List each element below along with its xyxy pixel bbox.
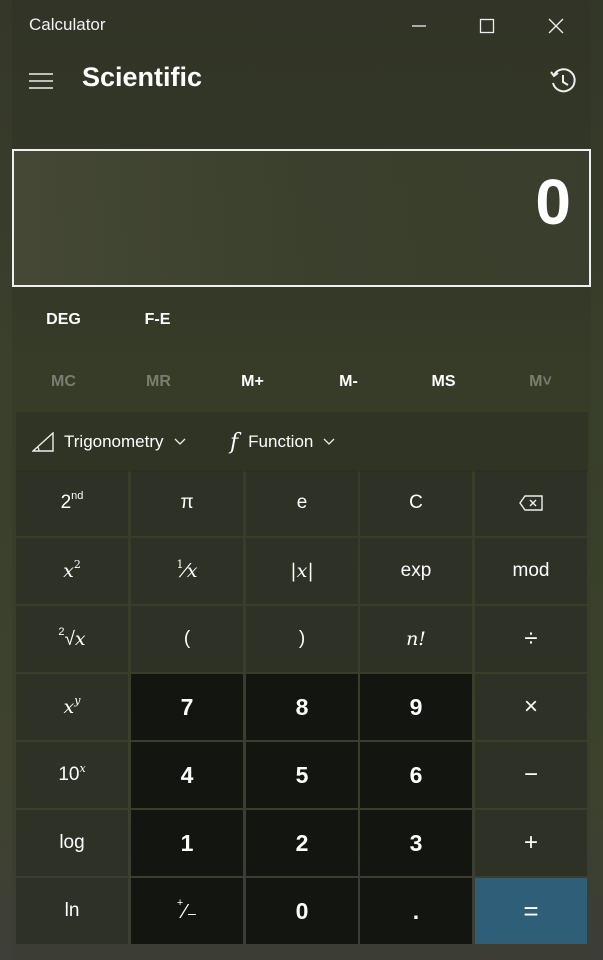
digit-5-button[interactable]: 5 bbox=[246, 742, 358, 808]
hamburger-icon[interactable] bbox=[28, 68, 54, 94]
digit-2-button[interactable]: 2 bbox=[246, 810, 358, 876]
digit-4-button[interactable]: 4 bbox=[131, 742, 243, 808]
mode-row: DEG F-E bbox=[16, 300, 316, 340]
app-header: Scientific bbox=[0, 52, 603, 112]
ten-power-button[interactable]: 10x bbox=[16, 742, 128, 808]
ten-power-label: 10x bbox=[58, 762, 86, 785]
divide-button[interactable]: ÷ bbox=[475, 606, 587, 672]
digit-1-button[interactable]: 1 bbox=[131, 810, 243, 876]
display-value: 0 bbox=[535, 166, 571, 238]
maximize-icon bbox=[479, 18, 495, 34]
square-label: x2 bbox=[63, 558, 81, 582]
memory-subtract-button[interactable]: M- bbox=[301, 362, 396, 402]
negate-label: +⁄₋ bbox=[176, 896, 198, 923]
function-bar: Trigonometry f Function bbox=[16, 412, 588, 472]
close-icon bbox=[548, 18, 564, 34]
function-glyph-icon: f bbox=[230, 429, 239, 455]
multiply-button[interactable]: × bbox=[475, 674, 587, 740]
add-button[interactable]: + bbox=[475, 810, 587, 876]
digit-9-button[interactable]: 9 bbox=[360, 674, 472, 740]
decimal-button[interactable]: . bbox=[360, 878, 472, 944]
chevron-down-icon bbox=[323, 438, 335, 445]
log-button[interactable]: log bbox=[16, 810, 128, 876]
memory-clear-button[interactable]: MC bbox=[16, 362, 111, 402]
close-paren-button[interactable]: ) bbox=[246, 606, 358, 672]
memory-row: MC MR M+ M- MS M˅ bbox=[16, 362, 588, 402]
absolute-button[interactable]: |x| bbox=[246, 538, 358, 604]
negate-button[interactable]: +⁄₋ bbox=[131, 878, 243, 944]
equals-button[interactable]: = bbox=[475, 878, 587, 944]
close-button[interactable] bbox=[522, 0, 590, 52]
history-icon[interactable] bbox=[548, 66, 578, 96]
angle-unit-button[interactable]: DEG bbox=[16, 300, 111, 340]
square-root-button[interactable]: 2√x bbox=[16, 606, 128, 672]
backspace-icon bbox=[519, 495, 543, 511]
square-root-label: 2√x bbox=[58, 625, 86, 650]
function-dropdown[interactable]: f Function bbox=[230, 412, 335, 472]
factorial-button[interactable]: n! bbox=[360, 606, 472, 672]
exp-button[interactable]: exp bbox=[360, 538, 472, 604]
second-function-button[interactable]: 2nd bbox=[16, 470, 128, 536]
pi-button[interactable]: π bbox=[131, 470, 243, 536]
power-button[interactable]: xy bbox=[16, 674, 128, 740]
digit-0-button[interactable]: 0 bbox=[246, 878, 358, 944]
open-paren-button[interactable]: ( bbox=[131, 606, 243, 672]
digit-8-button[interactable]: 8 bbox=[246, 674, 358, 740]
fe-button[interactable]: F-E bbox=[110, 300, 205, 340]
second-label: 2nd bbox=[60, 490, 84, 513]
calculator-window: Calculator Scientific 0 DEG F-E MC MR M+… bbox=[0, 0, 603, 960]
minimize-button[interactable] bbox=[385, 0, 453, 52]
app-title: Calculator bbox=[29, 15, 106, 34]
digit-3-button[interactable]: 3 bbox=[360, 810, 472, 876]
reciprocal-label: 1⁄x bbox=[176, 558, 198, 582]
digit-7-button[interactable]: 7 bbox=[131, 674, 243, 740]
digit-6-button[interactable]: 6 bbox=[360, 742, 472, 808]
maximize-button[interactable] bbox=[453, 0, 521, 52]
keypad: 2nd π e C x2 1⁄x |x| exp mod 2√x ( ) n! … bbox=[16, 470, 588, 946]
power-label: xy bbox=[63, 694, 81, 718]
mod-button[interactable]: mod bbox=[475, 538, 587, 604]
function-label: Function bbox=[248, 432, 314, 451]
ln-button[interactable]: ln bbox=[16, 878, 128, 944]
trigonometry-label: Trigonometry bbox=[64, 432, 164, 451]
memory-recall-button[interactable]: MR bbox=[111, 362, 206, 402]
backspace-button[interactable] bbox=[475, 470, 587, 536]
memory-add-button[interactable]: M+ bbox=[205, 362, 300, 402]
memory-store-button[interactable]: MS bbox=[396, 362, 491, 402]
result-display: 0 bbox=[12, 149, 591, 287]
factorial-label: n! bbox=[406, 628, 426, 650]
chevron-down-icon bbox=[174, 438, 185, 445]
mode-title: Scientific bbox=[82, 62, 203, 92]
euler-button[interactable]: e bbox=[246, 470, 358, 536]
square-button[interactable]: x2 bbox=[16, 538, 128, 604]
absolute-label: |x| bbox=[290, 560, 314, 582]
triangle-ruler-icon bbox=[32, 432, 54, 452]
clear-button[interactable]: C bbox=[360, 470, 472, 536]
reciprocal-button[interactable]: 1⁄x bbox=[131, 538, 243, 604]
trigonometry-dropdown[interactable]: Trigonometry bbox=[32, 412, 186, 472]
minimize-icon bbox=[412, 25, 426, 27]
subtract-button[interactable]: − bbox=[475, 742, 587, 808]
memory-list-button[interactable]: M˅ bbox=[493, 362, 588, 402]
title-bar: Calculator bbox=[0, 0, 603, 52]
